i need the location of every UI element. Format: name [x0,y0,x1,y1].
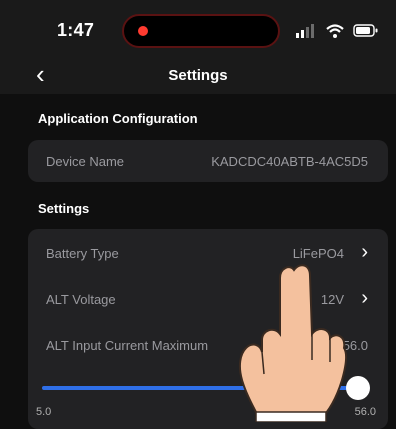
alt-voltage-label: ALT Voltage [46,292,116,307]
chevron-right-icon[interactable]: › [361,288,368,308]
device-name-label: Device Name [46,154,125,169]
status-bar: 1:47 [0,0,396,64]
recording-dot-icon [138,26,148,36]
nav-bar: ‹ Settings [0,56,396,94]
battery-type-label: Battery Type [46,246,119,261]
device-name-value: KADCDC40ABTB-4AC5D5 [211,154,368,169]
status-time: 1:47 [57,20,95,40]
wifi-icon [326,24,344,38]
alt-input-current-label: ALT Input Current Maximum [46,338,209,353]
section-header-settings: Settings [38,201,90,216]
chevron-right-icon[interactable]: › [361,242,368,262]
battery-icon [353,24,378,37]
signal-icon [296,24,314,38]
section-header-app-config: Application Configuration [38,111,198,126]
status-icons [296,24,378,38]
battery-type-value: LiFePO4 [292,246,344,261]
alt-current-slider-thumb[interactable] [346,376,370,400]
page-title: Settings [168,67,228,84]
slider-min-label: 5.0 [36,406,52,418]
slider-max-label: 56.0 [354,406,376,418]
pointing-hand-icon [238,264,348,422]
device-name-row[interactable]: Device Name KADCDC40ABTB-4AC5D5 [28,140,388,182]
dynamic-island [122,14,280,48]
